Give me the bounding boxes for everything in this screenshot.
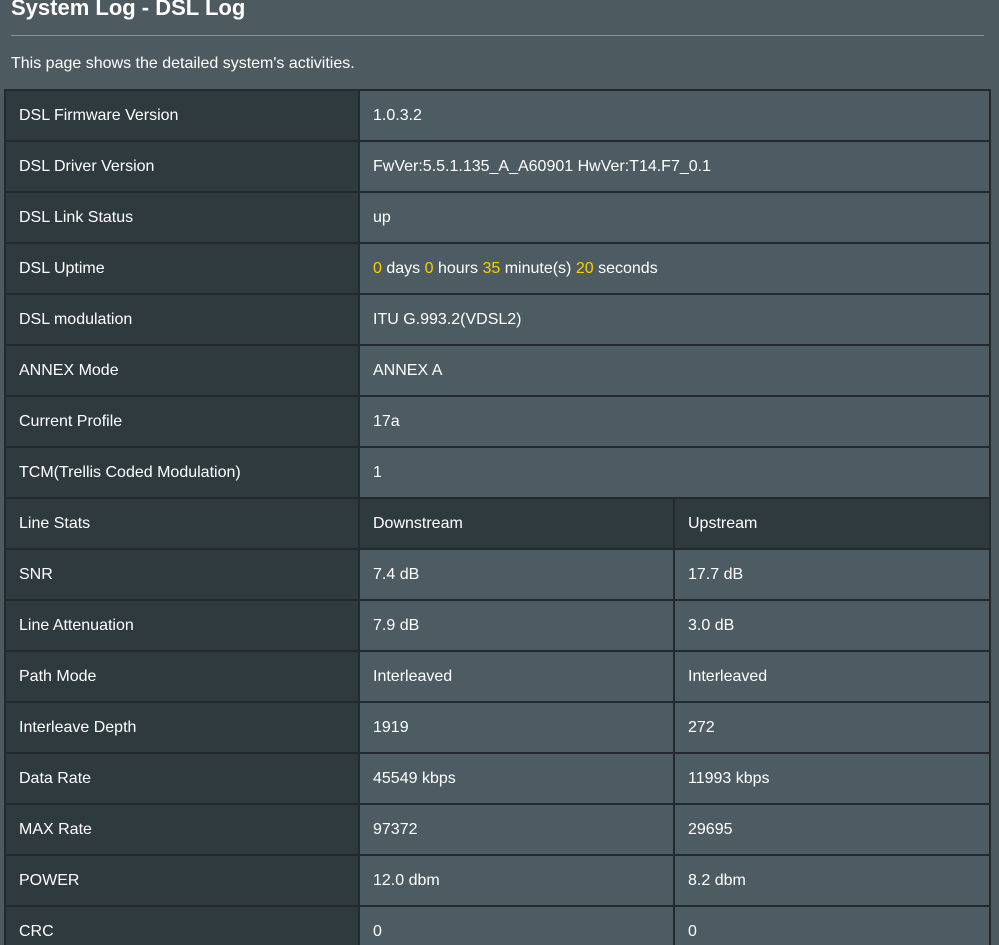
power-upstream: 8.2 dbm xyxy=(673,854,991,907)
driver-version-label: DSL Driver Version xyxy=(4,140,360,193)
line-attenuation-label: Line Attenuation xyxy=(4,599,360,652)
uptime-days-unit: days xyxy=(386,259,421,277)
uptime-hours: 0 xyxy=(424,259,434,277)
title-divider xyxy=(11,35,984,36)
current-profile-value: 17a xyxy=(358,395,991,448)
crc-label: CRC xyxy=(4,905,360,945)
line-stats-label: Line Stats xyxy=(4,497,360,550)
interleave-depth-upstream: 272 xyxy=(673,701,991,754)
uptime-minutes: 35 xyxy=(482,259,501,277)
max-rate-label: MAX Rate xyxy=(4,803,360,856)
data-rate-label: Data Rate xyxy=(4,752,360,805)
driver-version-value: FwVer:5.5.1.135_A_A60901 HwVer:T14.F7_0.… xyxy=(358,140,991,193)
table-row-power: POWER 12.0 dbm 8.2 dbm xyxy=(4,854,991,907)
table-row-data-rate: Data Rate 45549 kbps 11993 kbps xyxy=(4,752,991,805)
link-status-value: up xyxy=(358,191,991,244)
snr-label: SNR xyxy=(4,548,360,601)
uptime-hours-unit: hours xyxy=(437,259,478,277)
line-attenuation-downstream: 7.9 dB xyxy=(358,599,675,652)
table-row-uptime: DSL Uptime 0 days 0 hours 35 minute(s) 2… xyxy=(4,242,991,295)
uptime-seconds: 20 xyxy=(575,259,594,277)
upstream-header: Upstream xyxy=(673,497,991,550)
snr-downstream: 7.4 dB xyxy=(358,548,675,601)
data-rate-upstream: 11993 kbps xyxy=(673,752,991,805)
uptime-minutes-unit: minute(s) xyxy=(504,259,572,277)
crc-upstream: 0 xyxy=(673,905,991,945)
path-mode-label: Path Mode xyxy=(4,650,360,703)
max-rate-downstream: 97372 xyxy=(358,803,675,856)
tcm-label: TCM(Trellis Coded Modulation) xyxy=(4,446,360,499)
table-row-modulation: DSL modulation ITU G.993.2(VDSL2) xyxy=(4,293,991,346)
tcm-value: 1 xyxy=(358,446,991,499)
modulation-value: ITU G.993.2(VDSL2) xyxy=(358,293,991,346)
firmware-version-label: DSL Firmware Version xyxy=(4,89,360,142)
power-downstream: 12.0 dbm xyxy=(358,854,675,907)
table-row-firmware-version: DSL Firmware Version 1.0.3.2 xyxy=(4,89,991,142)
modulation-label: DSL modulation xyxy=(4,293,360,346)
table-row-link-status: DSL Link Status up xyxy=(4,191,991,244)
table-row-snr: SNR 7.4 dB 17.7 dB xyxy=(4,548,991,601)
dsl-log-table: DSL Firmware Version 1.0.3.2 DSL Driver … xyxy=(4,89,991,945)
annex-mode-label: ANNEX Mode xyxy=(4,344,360,397)
power-label: POWER xyxy=(4,854,360,907)
data-rate-downstream: 45549 kbps xyxy=(358,752,675,805)
line-stats-header-row: Line Stats Downstream Upstream xyxy=(4,497,991,550)
crc-downstream: 0 xyxy=(358,905,675,945)
table-row-line-attenuation: Line Attenuation 7.9 dB 3.0 dB xyxy=(4,599,991,652)
uptime-days: 0 xyxy=(373,259,382,277)
table-row-interleave-depth: Interleave Depth 1919 272 xyxy=(4,701,991,754)
interleave-depth-label: Interleave Depth xyxy=(4,701,360,754)
max-rate-upstream: 29695 xyxy=(673,803,991,856)
downstream-header: Downstream xyxy=(358,497,675,550)
table-row-crc: CRC 0 0 xyxy=(4,905,991,945)
annex-mode-value: ANNEX A xyxy=(358,344,991,397)
current-profile-label: Current Profile xyxy=(4,395,360,448)
snr-upstream: 17.7 dB xyxy=(673,548,991,601)
firmware-version-value: 1.0.3.2 xyxy=(358,89,991,142)
table-row-tcm: TCM(Trellis Coded Modulation) 1 xyxy=(4,446,991,499)
table-row-path-mode: Path Mode Interleaved Interleaved xyxy=(4,650,991,703)
table-row-annex-mode: ANNEX Mode ANNEX A xyxy=(4,344,991,397)
page-description: This page shows the detailed system's ac… xyxy=(11,55,355,72)
table-row-max-rate: MAX Rate 97372 29695 xyxy=(4,803,991,856)
line-attenuation-upstream: 3.0 dB xyxy=(673,599,991,652)
interleave-depth-downstream: 1919 xyxy=(358,701,675,754)
uptime-value: 0 days 0 hours 35 minute(s) 20 seconds xyxy=(358,242,991,295)
link-status-label: DSL Link Status xyxy=(4,191,360,244)
uptime-label: DSL Uptime xyxy=(4,242,360,295)
path-mode-downstream: Interleaved xyxy=(358,650,675,703)
uptime-seconds-unit: seconds xyxy=(598,259,658,277)
page-title: System Log - DSL Log xyxy=(11,0,246,20)
dsl-log-page: System Log - DSL Log This page shows the… xyxy=(0,0,999,945)
table-row-driver-version: DSL Driver Version FwVer:5.5.1.135_A_A60… xyxy=(4,140,991,193)
table-row-current-profile: Current Profile 17a xyxy=(4,395,991,448)
path-mode-upstream: Interleaved xyxy=(673,650,991,703)
